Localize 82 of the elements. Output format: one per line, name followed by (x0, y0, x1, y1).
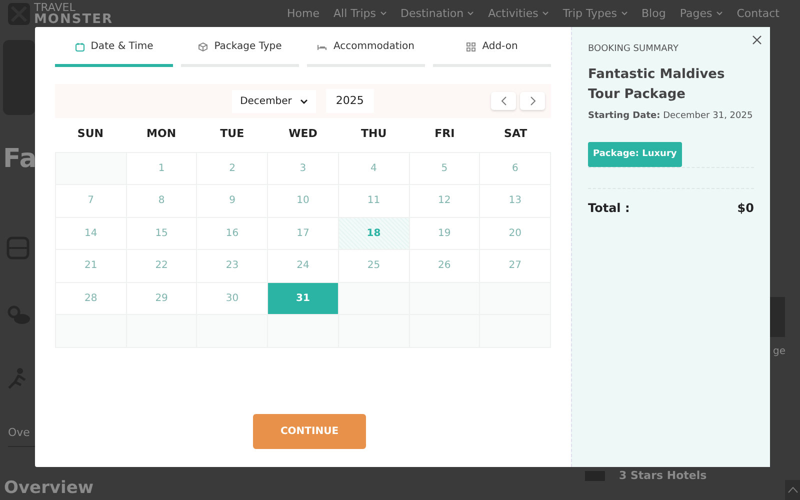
step-tab[interactable]: Date & Time (55, 39, 173, 67)
nav-link[interactable]: Trip Types (562, 6, 628, 22)
month-select[interactable]: December (232, 90, 316, 112)
step-tab[interactable]: Add-on (433, 39, 551, 67)
date-cell: 17 (268, 218, 338, 249)
caret-icon (716, 11, 723, 16)
date-cell: 2 (197, 152, 268, 184)
weekday-label: SAT (503, 126, 528, 142)
hotel-text: 3 Stars Hotels (619, 468, 707, 484)
continue-button[interactable]: CONTINUE (253, 414, 366, 449)
year-field[interactable]: 2025 (326, 88, 374, 114)
date-cell: 20 (480, 218, 550, 249)
overview-tab[interactable]: Ove (8, 425, 30, 448)
package-tag: Package: Luxury (588, 142, 682, 168)
date-cell: 10 (268, 185, 338, 216)
nav-link[interactable]: Activities (488, 6, 549, 22)
nav-link[interactable]: Destination (400, 6, 474, 22)
starting-date: Starting Date: December 31, 2025 (588, 110, 754, 124)
date-cell: 28 (56, 282, 126, 314)
date-cell: 1 (126, 152, 196, 184)
weekday-label: SUN (76, 126, 104, 142)
caret-icon (542, 11, 549, 16)
date-cell: 23 (197, 250, 268, 282)
date-cell: 25 (338, 250, 409, 282)
next-month-button[interactable] (520, 92, 545, 110)
date-cell: 13 (480, 185, 550, 216)
date-cell: 12 (410, 185, 480, 216)
caret-icon (620, 11, 628, 16)
date-cell: 15 (126, 218, 196, 249)
box-icon (198, 42, 208, 52)
close-icon[interactable] (750, 33, 764, 47)
date-cell: 8 (126, 185, 196, 216)
chevron-left-icon (500, 96, 506, 106)
chevron-up-icon (788, 487, 798, 493)
date-cell: 9 (197, 185, 268, 216)
previous-month-button[interactable] (491, 92, 516, 110)
nav-link[interactable]: Home (287, 6, 320, 22)
date-cell: 7 (56, 185, 126, 216)
date-cell: 6 (480, 152, 550, 184)
page-heading: Fa (3, 143, 37, 176)
chevron-right-icon (530, 96, 536, 106)
section-heading: Overview (4, 477, 94, 500)
date-cell: 29 (126, 282, 196, 314)
date-cell[interactable]: 31 (268, 282, 338, 314)
date-cell: 11 (338, 185, 409, 216)
date-cell: 21 (56, 250, 126, 282)
date-cell: 3 (268, 152, 338, 184)
caret-icon (467, 11, 474, 16)
scroll-top-button[interactable] (785, 480, 800, 500)
nav-link[interactable]: Pages (680, 6, 723, 22)
date-cell: 4 (338, 152, 409, 184)
date-cell: 16 (197, 218, 268, 249)
date-cell: 24 (268, 250, 338, 282)
nav-link[interactable]: Blog (642, 6, 666, 22)
date-cell: 22 (126, 250, 196, 282)
weekday-label: TUE (219, 126, 246, 142)
date-cell: 19 (410, 218, 480, 249)
date-cell: 5 (410, 152, 480, 184)
summary-heading: BOOKING SUMMARY (588, 43, 680, 56)
trip-title: Fantastic Maldives Tour Package (588, 66, 726, 104)
nav-link[interactable]: Contact (736, 6, 780, 22)
logo-text: TRAVEL (34, 1, 76, 14)
date-cell: 26 (410, 250, 480, 282)
total-value: $0 (737, 200, 754, 218)
step-tab[interactable]: Package Type (181, 39, 299, 67)
nav-link[interactable]: All Trips (333, 6, 387, 22)
grid-icon (466, 42, 476, 52)
total-label: Total : (588, 200, 630, 218)
weekday-label: MON (146, 126, 178, 142)
weekday-label: FRI (434, 126, 456, 142)
date-cell: 30 (197, 282, 268, 314)
date-cell: 27 (480, 250, 550, 282)
weekday-label: WED (288, 126, 318, 142)
side-text: ge (773, 345, 786, 359)
weekday-label: THU (360, 126, 388, 142)
date-cell[interactable]: 18 (338, 218, 409, 249)
calendar-icon (74, 42, 85, 52)
logo-text: MONSTER (34, 13, 113, 26)
step-tab[interactable]: Accommodation (307, 39, 425, 67)
caret-icon (380, 11, 387, 16)
chevron-down-icon (300, 98, 308, 104)
date-cell: 14 (56, 218, 126, 249)
